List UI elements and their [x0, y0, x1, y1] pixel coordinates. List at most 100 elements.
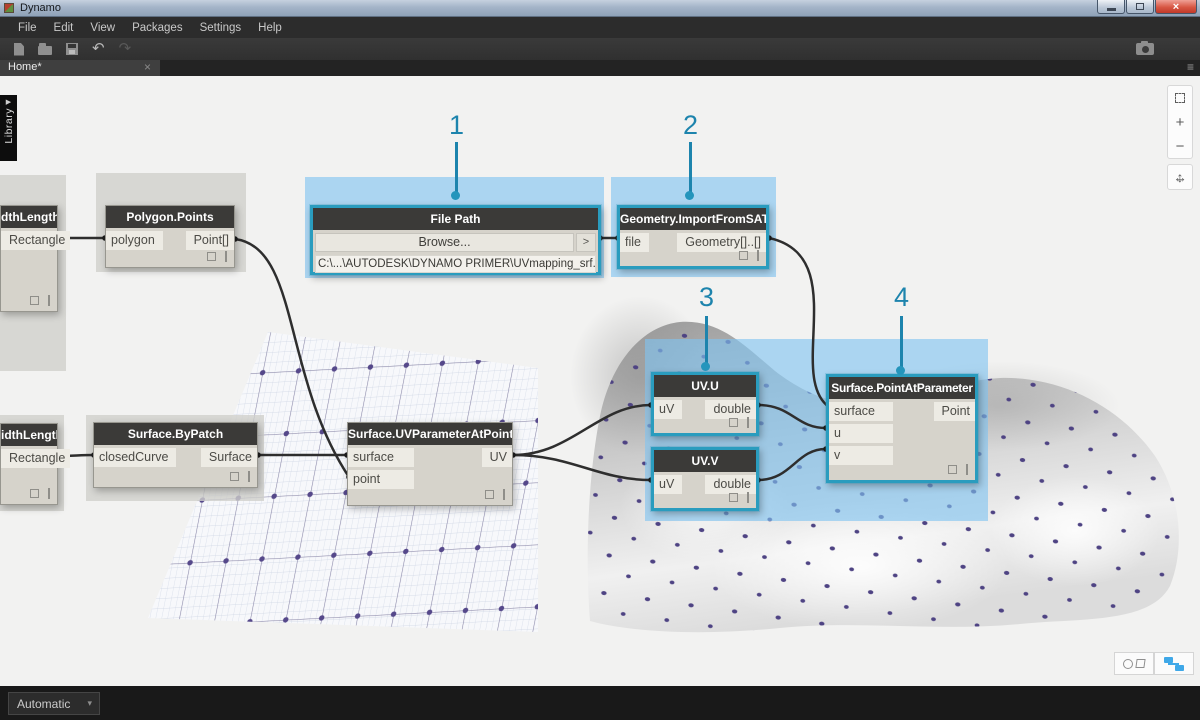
node-title[interactable]: Surface.UVParameterAtPoint — [348, 423, 512, 445]
redo-button[interactable]: ↷ — [119, 41, 132, 57]
minimize-button[interactable] — [1097, 0, 1125, 14]
preview-checkbox[interactable] — [229, 472, 239, 481]
save-button[interactable] — [66, 41, 78, 57]
preview-lamp[interactable] — [47, 488, 50, 499]
port-in-point[interactable]: point — [348, 470, 414, 489]
port-in-surface[interactable]: surface — [348, 448, 414, 467]
node-rectangle-bywidthlength-bottom[interactable]: idthLength Rectangle — [0, 423, 71, 505]
restore-button[interactable] — [1126, 0, 1154, 14]
open-file-button[interactable] — [38, 41, 52, 57]
menu-packages[interactable]: Packages — [132, 22, 183, 34]
callout-line-1 — [455, 142, 458, 194]
callout-dot-1 — [451, 191, 460, 200]
menu-help[interactable]: Help — [258, 22, 282, 34]
node-title[interactable]: dthLength — [1, 206, 57, 228]
close-button[interactable]: × — [1155, 0, 1197, 14]
port-in-polygon[interactable]: polygon — [106, 231, 163, 250]
zoom-out-button[interactable]: − — [1168, 134, 1192, 158]
pan-button[interactable]: ↔ ↕ — [1167, 164, 1193, 190]
library-label: Library — [2, 108, 15, 144]
port-in-file[interactable]: file — [620, 233, 649, 252]
tab-bar: Home* × ≡ — [0, 60, 1200, 76]
file-path-value[interactable]: C:\...\AUTODESK\DYNAMO PRIMER\UVmapping_… — [315, 255, 596, 273]
node-title[interactable]: UV.V — [654, 450, 756, 472]
node-title[interactable]: Polygon.Points — [106, 206, 234, 228]
node-title[interactable]: Surface.PointAtParameter — [829, 377, 975, 399]
dynamo-logo-icon — [4, 3, 14, 13]
fit-view-icon — [1175, 93, 1185, 103]
callout-line-2 — [689, 142, 692, 194]
tab-home-label: Home* — [8, 61, 42, 73]
tab-close-icon[interactable]: × — [144, 60, 151, 75]
node-surface-bypatch[interactable]: Surface.ByPatch closedCurve Surface — [93, 422, 258, 488]
node-uv-v[interactable]: UV.V uV double — [651, 447, 759, 511]
tab-overflow-menu-icon[interactable]: ≡ — [1187, 60, 1194, 75]
preview-lamp[interactable] — [746, 492, 749, 503]
library-flyout-tab[interactable]: ▶ Library — [0, 95, 17, 161]
port-out-filepath[interactable]: > — [576, 233, 596, 252]
node-rectangle-bywidthlength-top[interactable]: dthLength Rectangle — [0, 205, 71, 312]
port-out-rectangle[interactable]: Rectangle — [1, 231, 71, 250]
node-surface-uvparameteratpoint[interactable]: Surface.UVParameterAtPoint surface UV po… — [347, 422, 513, 506]
export-image-button camera-icon[interactable] — [1136, 41, 1154, 55]
run-mode-dropdown[interactable]: Automatic ▾ — [8, 692, 100, 715]
port-in-closedcurve[interactable]: closedCurve — [94, 448, 177, 467]
preview-checkbox[interactable] — [728, 493, 738, 502]
graph-view-toggle[interactable] — [1154, 652, 1194, 675]
preview-checkbox[interactable] — [29, 489, 39, 498]
wires — [55, 235, 832, 483]
port-in-u[interactable]: u — [829, 424, 893, 443]
preview-checkbox[interactable] — [206, 252, 216, 261]
port-out-uv[interactable]: UV — [481, 448, 512, 467]
zoom-fit-button[interactable] — [1168, 86, 1192, 110]
preview-lamp[interactable] — [224, 251, 227, 262]
new-file-icon — [14, 42, 24, 56]
preview-lamp[interactable] — [247, 471, 250, 482]
preview-lamp[interactable] — [502, 489, 505, 500]
background-geometry-preview — [148, 296, 1179, 633]
menu-file[interactable]: File — [18, 22, 37, 34]
minimize-icon — [1106, 7, 1116, 11]
preview-checkbox[interactable] — [728, 418, 738, 427]
preview-checkbox[interactable] — [29, 296, 39, 305]
node-title[interactable]: Geometry.ImportFromSAT — [620, 208, 766, 230]
port-out-rectangle[interactable]: Rectangle — [1, 449, 71, 468]
preview-checkbox[interactable] — [947, 465, 957, 474]
new-file-button[interactable] — [14, 41, 24, 57]
port-in-uv[interactable]: uV — [654, 475, 683, 494]
zoom-controls: + − — [1167, 85, 1193, 159]
preview-lamp[interactable] — [756, 250, 759, 261]
port-in-v[interactable]: v — [829, 446, 893, 465]
menu-settings[interactable]: Settings — [200, 22, 242, 34]
node-polygon-points[interactable]: Polygon.Points polygon Point[] — [105, 205, 235, 268]
port-out-surface[interactable]: Surface — [200, 448, 257, 467]
tab-home[interactable]: Home* — [0, 60, 160, 76]
run-mode-value: Automatic — [17, 696, 71, 711]
menu-view[interactable]: View — [90, 22, 115, 34]
open-folder-icon — [38, 43, 52, 55]
port-in-uv[interactable]: uV — [654, 400, 683, 419]
workspace-canvas[interactable]: dthLength Rectangle Polygon.Points polyg… — [0, 76, 1200, 686]
port-out-point[interactable]: Point — [933, 402, 975, 421]
preview-lamp[interactable] — [746, 417, 749, 428]
node-title[interactable]: File Path — [313, 208, 598, 230]
port-out-point-list[interactable]: Point[] — [185, 231, 234, 250]
node-title[interactable]: idthLength — [1, 424, 57, 446]
node-title[interactable]: Surface.ByPatch — [94, 423, 257, 445]
port-in-surface[interactable]: surface — [829, 402, 893, 421]
node-title[interactable]: UV.U — [654, 375, 756, 397]
preview-lamp[interactable] — [965, 464, 968, 475]
browse-button[interactable]: Browse... — [315, 233, 574, 252]
preview-checkbox[interactable] — [738, 251, 748, 260]
node-uv-u[interactable]: UV.U uV double — [651, 372, 759, 436]
undo-button[interactable]: ↶ — [92, 41, 105, 57]
node-surface-pointatparameter[interactable]: Surface.PointAtParameter surface Point u… — [826, 374, 978, 483]
geometry-preview-toggle[interactable] — [1114, 652, 1154, 675]
wire — [511, 453, 653, 482]
menu-edit[interactable]: Edit — [54, 22, 74, 34]
zoom-in-button[interactable]: + — [1168, 110, 1192, 134]
node-file-path[interactable]: File Path Browse... > C:\...\AUTODESK\DY… — [310, 205, 601, 275]
preview-lamp[interactable] — [47, 295, 50, 306]
node-geometry-importfromsat[interactable]: Geometry.ImportFromSAT file Geometry[]..… — [617, 205, 769, 269]
preview-checkbox[interactable] — [484, 490, 494, 499]
